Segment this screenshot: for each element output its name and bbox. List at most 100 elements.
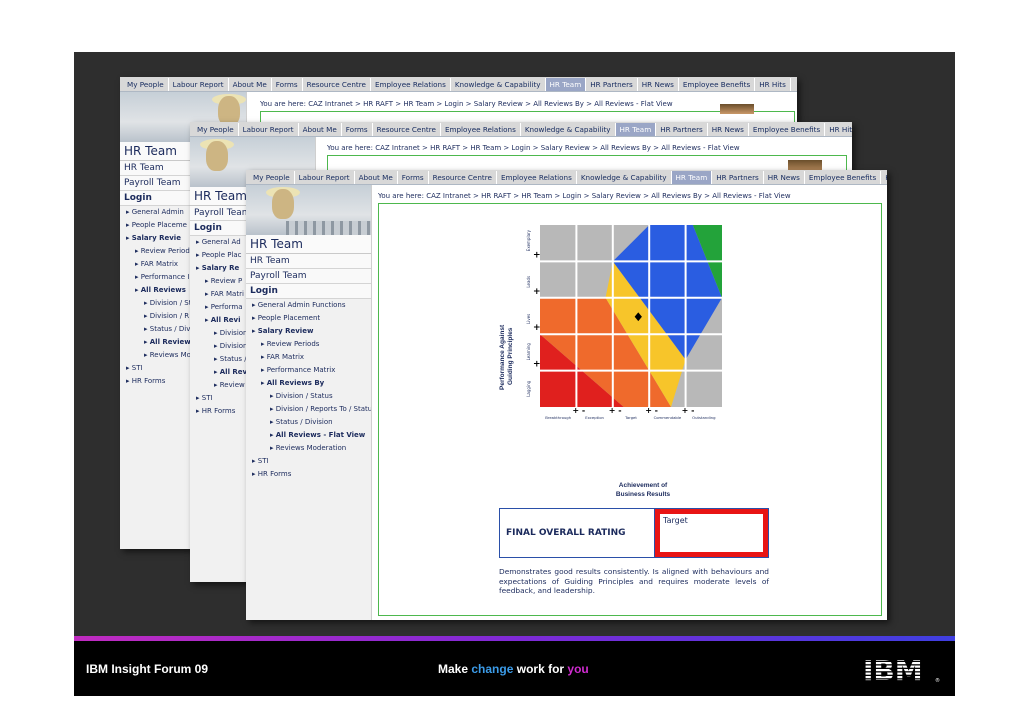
nav-item-about-me[interactable]: About Me	[355, 170, 398, 184]
sidebar-item[interactable]: ▸ All Reviews By	[246, 377, 371, 390]
sidebar-item[interactable]: ▸ HR Forms	[246, 468, 371, 481]
sidebar-item-label: STI	[257, 457, 269, 465]
nav-item-labour-report[interactable]: Labour Report	[295, 170, 355, 184]
plus-sign: +	[533, 323, 541, 333]
sidebar-item-label: HR Forms	[257, 470, 292, 478]
nav-item-my-people[interactable]: My People	[193, 122, 239, 136]
tagline-make: Make	[438, 662, 469, 676]
nav-item-employee-relations[interactable]: Employee Relations	[441, 122, 521, 136]
nav-item-knowledge-capability[interactable]: Knowledge & Capability	[451, 77, 546, 91]
rating-value: Target	[660, 514, 763, 552]
sidebar-item[interactable]: ▸ All Reviews - Flat View	[246, 429, 371, 442]
sidebar-item-label: General Ad	[201, 238, 241, 246]
slide-footer: IBM Insight Forum 09 Make change work fo…	[74, 641, 955, 696]
sidebar-hr-team[interactable]: HR Team	[246, 254, 371, 269]
plus-sign: +	[533, 250, 541, 260]
y-axis-title: Performance Against	[499, 324, 506, 390]
nav-item-hr-partners[interactable]: HR Partners	[712, 170, 764, 184]
sidebar-item-label: Division / Status	[275, 392, 333, 400]
tagline-you: you	[567, 662, 589, 676]
sidebar-item-label: All Review	[149, 338, 191, 346]
sidebar-item[interactable]: ▸ FAR Matrix	[246, 351, 371, 364]
nav-item-employee-relations[interactable]: Employee Relations	[497, 170, 577, 184]
nav-item-hr-team[interactable]: HR Team	[671, 170, 713, 184]
nav-item-labour-report[interactable]: Labour Report	[169, 77, 229, 91]
nav-item-my-people[interactable]: My People	[249, 170, 295, 184]
sidebar-item-label: Performa	[210, 303, 243, 311]
sidebar-item[interactable]: ▸ Reviews Moderation	[246, 442, 371, 455]
nav-item-hr-partners[interactable]: HR Partners	[656, 122, 708, 136]
matrix-y-axis-title: Performance Against Guiding Principles	[499, 324, 514, 390]
nav-item-hr-hits[interactable]: HR Hits	[825, 123, 852, 136]
nav-item-hr-team[interactable]: HR Team	[615, 122, 657, 136]
nav-item-hr-team[interactable]: HR Team	[545, 77, 587, 91]
sidebar-item[interactable]: ▸ Performance Matrix	[246, 364, 371, 377]
top-nav: My People Labour Report About Me Forms Resou…	[246, 170, 887, 185]
sidebar-item[interactable]: ▸ Status / Division	[246, 416, 371, 429]
plus-sign: +	[533, 360, 541, 370]
person-head	[206, 141, 228, 171]
sidebar-item-label: FAR Matrix	[266, 353, 305, 361]
header-photo	[246, 185, 371, 235]
sidebar-item[interactable]: ▸ Division / Status	[246, 390, 371, 403]
rating-box: FINAL OVERALL RATING Target	[499, 508, 769, 558]
plus-sign: +	[533, 287, 541, 297]
sidebar-item-label: HR Forms	[131, 377, 166, 385]
x-tick-label: Exception	[585, 415, 604, 420]
sidebar-item-label: Status /	[219, 355, 247, 363]
nav-item-resource-centre[interactable]: Resource Centre	[429, 170, 497, 184]
sidebar-item-label: Reviews Moderation	[275, 444, 347, 452]
nav-item-about-me[interactable]: About Me	[299, 122, 342, 136]
sidebar-title: HR Team	[246, 235, 371, 254]
nav-item-hr-partners[interactable]: HR Partners	[586, 77, 638, 91]
breadcrumb: You are here: CAZ Intranet > HR RAFT > H…	[378, 192, 791, 200]
nav-item-employee-benefits[interactable]: Employee Benefits	[679, 77, 756, 91]
nav-item-resource-centre[interactable]: Resource Centre	[303, 77, 371, 91]
nav-item-knowledge-capability[interactable]: Knowledge & Capability	[521, 122, 616, 136]
nav-item-forms[interactable]: Forms	[342, 122, 373, 136]
sidebar-login[interactable]: Login	[246, 284, 371, 299]
sidebar-item-label: Division / R	[149, 312, 190, 320]
nav-item-forms[interactable]: Forms	[398, 170, 429, 184]
nav-item-resource-centre[interactable]: Resource Centre	[373, 122, 441, 136]
y-tick-label: Learning	[526, 343, 531, 361]
sidebar-item-label: Salary Re	[201, 264, 240, 272]
sidebar-item-label: General Admin	[131, 208, 184, 216]
sidebar-item[interactable]: ▸ Division / Reports To / Status	[246, 403, 371, 416]
nav-item-hr-hits[interactable]: HR Hits	[881, 171, 887, 184]
sidebar-item[interactable]: ▸ Review Periods	[246, 338, 371, 351]
sidebar-item-label: People Placeme	[131, 221, 187, 229]
nav-item-employee-benefits[interactable]: Employee Benefits	[749, 122, 826, 136]
sidebar-payroll-team[interactable]: Payroll Team	[246, 269, 371, 284]
person-head	[272, 189, 294, 219]
sidebar-item-label: General Admin Functions	[257, 301, 346, 309]
nav-item-hr-news[interactable]: HR News	[638, 77, 679, 91]
sidebar-item-label: People Placement	[257, 314, 321, 322]
nav-item-knowledge-capability[interactable]: Knowledge & Capability	[577, 170, 672, 184]
sidebar-item-label: Review Periods	[266, 340, 320, 348]
sidebar-item[interactable]: ▸ Salary Review	[246, 325, 371, 338]
sidebar-item[interactable]: ▸ STI	[246, 455, 371, 468]
sidebar-item-label: Performance I	[140, 273, 190, 281]
nav-item-hr-hits[interactable]: HR Hits	[755, 77, 791, 91]
sidebar-item-label: All Revi	[210, 316, 241, 324]
nav-item-employee-benefits[interactable]: Employee Benefits	[805, 170, 882, 184]
nav-item-hr-news[interactable]: HR News	[764, 170, 805, 184]
sidebar-item[interactable]: ▸ People Placement	[246, 312, 371, 325]
nav-item-employee-relations[interactable]: Employee Relations	[371, 77, 451, 91]
x-tick-label: Breakthrough	[545, 415, 571, 420]
sidebar-item-label: People Plac	[201, 251, 242, 259]
sidebar-item-label: All Rev	[219, 368, 248, 376]
nav-item-hr-news[interactable]: HR News	[708, 122, 749, 136]
tagline-change: change	[471, 662, 514, 676]
nav-item-labour-report[interactable]: Labour Report	[239, 122, 299, 136]
sidebar-item[interactable]: ▸ General Admin Functions	[246, 299, 371, 312]
nav-item-forms[interactable]: Forms	[272, 77, 303, 91]
nav-item-my-people[interactable]: My People	[123, 77, 169, 91]
nav-item-about-me[interactable]: About Me	[229, 77, 272, 91]
sidebar-item-label: Salary Review	[257, 327, 314, 335]
plus-sign: + -	[682, 406, 695, 415]
sidebar-item-label: Division / Reports To / Status	[275, 405, 371, 413]
y-tick-label: Lives	[526, 314, 531, 324]
breadcrumb: You are here: CAZ Intranet > HR RAFT > H…	[260, 100, 673, 108]
